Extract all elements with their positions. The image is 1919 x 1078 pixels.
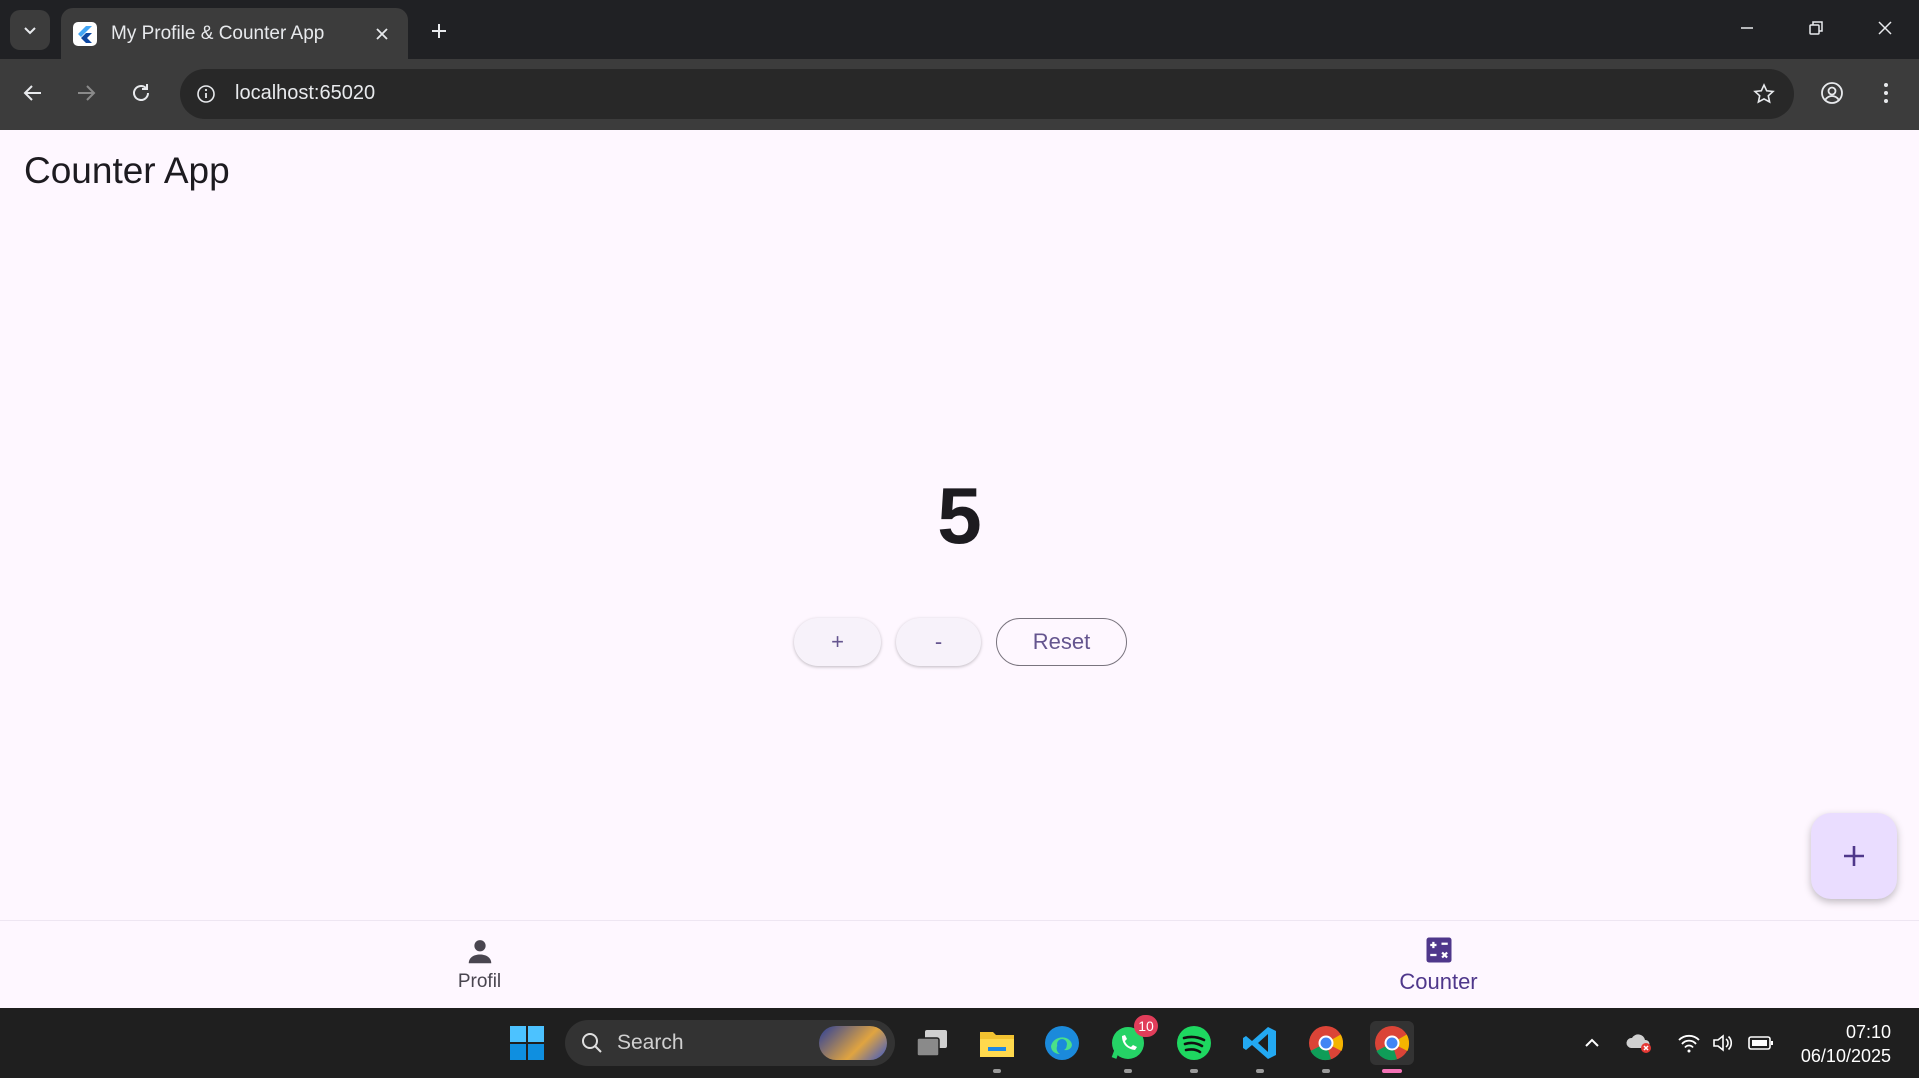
fab-add-button[interactable] (1811, 813, 1897, 899)
close-window-button[interactable] (1862, 8, 1908, 48)
app-viewport: Counter App 5 + - Reset Profil Counter (0, 130, 1919, 1008)
restore-icon (1809, 21, 1823, 35)
taskbar-search[interactable]: Search (565, 1020, 895, 1066)
reset-button[interactable]: Reset (996, 618, 1127, 666)
reload-button[interactable] (121, 73, 161, 113)
spotify-icon (1177, 1026, 1211, 1060)
bottom-navigation: Profil Counter (0, 920, 1919, 1008)
whatsapp-notification-badge: 10 (1134, 1015, 1158, 1037)
wifi-icon[interactable] (1674, 1028, 1704, 1058)
nav-label-counter: Counter (1399, 969, 1478, 994)
flutter-favicon-icon (73, 21, 97, 46)
browser-tabstrip: My Profile & Counter App (0, 0, 1919, 59)
vscode-button[interactable] (1238, 1021, 1282, 1073)
forward-button[interactable] (66, 73, 106, 113)
chrome-active-button[interactable] (1370, 1021, 1414, 1073)
person-icon (468, 940, 491, 964)
tab-search-button[interactable] (10, 10, 50, 50)
counter-button-row: + - Reset (794, 618, 1127, 666)
more-vert-icon (1884, 83, 1888, 103)
plus-icon (1844, 846, 1864, 866)
back-button[interactable] (13, 73, 53, 113)
minimize-icon (1741, 27, 1753, 29)
site-info-icon[interactable] (190, 78, 222, 110)
windows-taskbar: Search 10 07:10 06/10/2025 (0, 1008, 1919, 1078)
task-view-icon (916, 1030, 947, 1057)
browser-toolbar: localhost:65020 (0, 59, 1919, 130)
decrement-button[interactable]: - (896, 618, 981, 666)
tray-overflow-button[interactable] (1577, 1028, 1607, 1058)
account-circle-icon (1821, 82, 1843, 104)
battery-icon[interactable] (1746, 1028, 1776, 1058)
whatsapp-button[interactable]: 10 (1106, 1015, 1158, 1073)
increment-button[interactable]: + (794, 618, 881, 666)
chrome-icon (1375, 1026, 1410, 1061)
chrome-button[interactable] (1304, 1021, 1348, 1073)
search-icon (582, 1033, 602, 1053)
taskbar-search-text: Search (617, 1031, 684, 1054)
volume-icon[interactable] (1708, 1028, 1738, 1058)
running-indicator (1322, 1069, 1330, 1073)
folder-icon (980, 1032, 1014, 1057)
clock-date: 06/10/2025 (1800, 1046, 1891, 1066)
address-bar[interactable]: localhost:65020 (180, 69, 1794, 119)
reload-icon (133, 84, 149, 101)
chevron-up-icon (1585, 1038, 1599, 1047)
plus-icon (432, 24, 446, 38)
close-icon (1878, 21, 1892, 35)
page-title: Counter App (24, 150, 230, 191)
chevron-down-icon (24, 27, 36, 35)
restore-button[interactable] (1793, 8, 1839, 48)
menu-button[interactable] (1866, 73, 1906, 113)
running-indicator (1190, 1069, 1198, 1073)
spotify-button[interactable] (1172, 1021, 1216, 1073)
tab-close-button[interactable] (368, 20, 396, 48)
arrow-left-icon (23, 85, 41, 101)
system-clock[interactable]: 07:10 06/10/2025 (1801, 1020, 1891, 1068)
running-indicator (993, 1069, 1001, 1073)
running-indicator (1124, 1069, 1132, 1073)
task-view-button[interactable] (910, 1021, 954, 1065)
edge-button[interactable] (1040, 1021, 1084, 1065)
nav-item-profil[interactable]: Profil (0, 921, 959, 1009)
counter-value: 5 (937, 471, 982, 560)
nav-label-profil: Profil (457, 971, 502, 992)
start-button[interactable] (505, 1021, 549, 1065)
nav-item-counter[interactable]: Counter (959, 921, 1918, 1009)
file-explorer-button[interactable] (975, 1021, 1019, 1073)
chrome-icon (1309, 1026, 1344, 1061)
profile-button[interactable] (1812, 73, 1852, 113)
close-icon (376, 27, 388, 40)
minimize-button[interactable] (1724, 8, 1770, 48)
running-indicator (1256, 1069, 1264, 1073)
onedrive-status-icon[interactable] (1624, 1028, 1654, 1058)
new-tab-button[interactable] (422, 14, 456, 48)
search-highlight-image-icon (819, 1026, 887, 1060)
arrow-right-icon (78, 85, 96, 101)
active-indicator (1382, 1069, 1402, 1073)
url-text: localhost:65020 (235, 82, 376, 104)
clock-time: 07:10 (1845, 1022, 1891, 1042)
edge-icon (1045, 1026, 1079, 1060)
bookmark-star-icon[interactable] (1748, 78, 1780, 110)
browser-tab[interactable]: My Profile & Counter App (61, 8, 408, 59)
vscode-icon (1243, 1027, 1276, 1059)
tab-title: My Profile & Counter App (111, 22, 325, 44)
windows-logo-icon (510, 1026, 544, 1060)
calculate-icon (1426, 937, 1451, 963)
